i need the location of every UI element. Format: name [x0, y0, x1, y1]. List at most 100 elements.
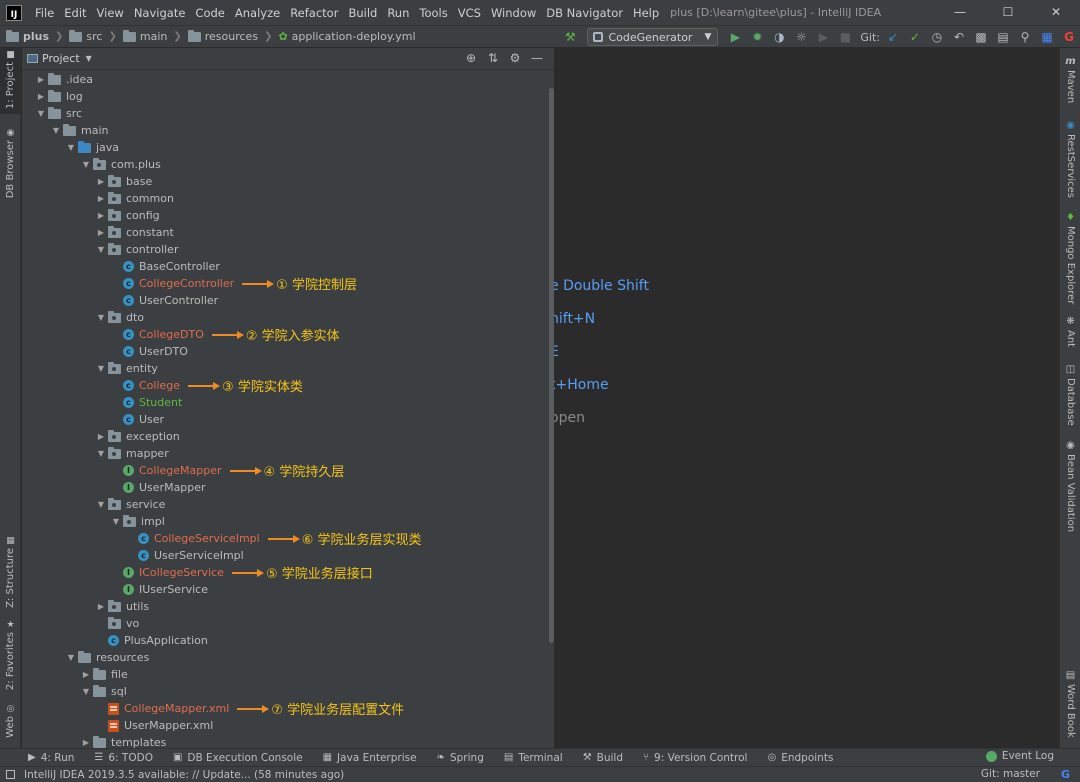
tree-node[interactable]: I CollegeMapper ④ 学院持久层	[109, 462, 344, 480]
breadcrumb-project[interactable]: plus ❯	[6, 29, 63, 43]
breadcrumb-file[interactable]: ✿ application-deploy.yml	[278, 30, 415, 43]
expand-arrow-icon[interactable]: ▶	[94, 194, 108, 203]
bottom-tab-endpoints[interactable]: ◎ Endpoints	[767, 752, 833, 764]
tree-node[interactable]: ▼ entity	[94, 360, 158, 377]
menu-run[interactable]: Run	[387, 6, 409, 20]
tree-node[interactable]: ▶ log	[34, 88, 83, 105]
rollback-icon[interactable]: ↶	[948, 30, 970, 44]
tree-node[interactable]: ▶ file	[79, 666, 128, 683]
collapse-arrow-icon[interactable]: ▼	[94, 313, 108, 322]
collapse-arrow-icon[interactable]: ▼	[64, 143, 78, 152]
menu-window[interactable]: Window	[491, 6, 536, 20]
expand-arrow-icon[interactable]: ▶	[34, 75, 48, 84]
project-structure-icon[interactable]: ▩	[970, 30, 992, 44]
bottom-tab-terminal[interactable]: ▤ Terminal	[504, 752, 563, 764]
collapse-arrow-icon[interactable]: ▼	[94, 245, 108, 254]
bottom-tab-9-version-control[interactable]: ⑂ 9: Version Control	[643, 752, 747, 764]
expand-arrow-icon[interactable]: ▶	[94, 211, 108, 220]
tab-word-book[interactable]: ▤ Word Book	[1060, 670, 1080, 740]
collapse-arrow-icon[interactable]: ▼	[79, 687, 93, 696]
menu-code[interactable]: Code	[195, 6, 224, 20]
tree-node[interactable]: I ICollegeService ⑤ 学院业务层接口	[109, 564, 373, 582]
tree-node[interactable]: ▼ impl	[109, 513, 165, 530]
collapse-all-icon[interactable]: ⇅	[482, 51, 504, 65]
coverage-icon[interactable]: ◑	[768, 30, 790, 44]
status-message[interactable]: IntelliJ IDEA 2019.3.5 available: // Upd…	[24, 769, 344, 781]
collapse-arrow-icon[interactable]: ▼	[79, 160, 93, 169]
menu-build[interactable]: Build	[348, 6, 377, 20]
stop-icon[interactable]: ■	[834, 30, 856, 44]
tree-node[interactable]: c College ③ 学院实体类	[109, 377, 303, 395]
tree-node[interactable]: ▶ constant	[94, 224, 174, 241]
profile-icon[interactable]: ☼	[790, 30, 812, 44]
menu-tools[interactable]: Tools	[419, 6, 447, 20]
tree-node[interactable]: c CollegeDTO ② 学院入参实体	[109, 326, 340, 344]
tree-node[interactable]: c CollegeController ① 学院控制层	[109, 275, 357, 293]
tree-node[interactable]: ▼ src	[34, 105, 82, 122]
collapse-arrow-icon[interactable]: ▼	[109, 517, 123, 526]
hide-icon[interactable]: —	[526, 51, 548, 65]
run-configuration-dropdown[interactable]: CodeGenerator ▼	[587, 28, 719, 46]
tree-node[interactable]: I IUserService	[109, 581, 208, 598]
menu-file[interactable]: File	[35, 6, 54, 20]
tab-restservices[interactable]: ◉ RestServices	[1060, 120, 1080, 200]
tree-node[interactable]: ▼ dto	[94, 309, 144, 326]
collapse-arrow-icon[interactable]: ▼	[94, 500, 108, 509]
bottom-tab-6-todo[interactable]: ☰ 6: TODO	[94, 752, 153, 764]
collapse-arrow-icon[interactable]: ▼	[64, 653, 78, 662]
tree-node[interactable]: UserMapper.xml	[94, 717, 213, 734]
tree-node[interactable]: ▶ templates	[79, 734, 166, 748]
tree-node[interactable]: c Student	[109, 394, 182, 411]
tab-database[interactable]: ◫ Database	[1060, 364, 1080, 434]
tab-ant[interactable]: ❋ Ant	[1060, 316, 1080, 352]
collapse-arrow-icon[interactable]: ▼	[94, 364, 108, 373]
expand-arrow-icon[interactable]: ▶	[94, 177, 108, 186]
tab-favorites[interactable]: ★ 2: Favorites	[0, 618, 21, 690]
menu-view[interactable]: View	[97, 6, 124, 20]
tree-node[interactable]: c UserServiceImpl	[124, 547, 244, 564]
tree-node[interactable]: c UserDTO	[109, 343, 188, 360]
search-icon[interactable]: ⚲	[1014, 30, 1036, 44]
tree-node[interactable]: c BaseController	[109, 258, 220, 275]
tool-windows-icon[interactable]	[6, 770, 15, 779]
collapse-arrow-icon[interactable]: ▼	[49, 126, 63, 135]
tree-node[interactable]: c UserController	[109, 292, 218, 309]
tab-project[interactable]: ■ 1: Project	[0, 48, 21, 114]
tree-node[interactable]: ▼ sql	[79, 683, 127, 700]
tab-web[interactable]: ◎ Web	[0, 702, 21, 742]
menu-edit[interactable]: Edit	[64, 6, 86, 20]
menu-refactor[interactable]: Refactor	[290, 6, 338, 20]
layout-icon[interactable]: ▤	[992, 30, 1014, 44]
hammer-icon[interactable]: ⚒	[559, 30, 581, 44]
expand-arrow-icon[interactable]: ▶	[94, 228, 108, 237]
tree-node[interactable]: ▼ resources	[64, 649, 149, 666]
menu-db-navigator[interactable]: DB Navigator	[546, 6, 623, 20]
tree-node[interactable]: ▶ exception	[94, 428, 180, 445]
bottom-tab-java-enterprise[interactable]: ▦ Java Enterprise	[323, 752, 417, 764]
locate-icon[interactable]: ⊕	[460, 51, 482, 65]
tree-node[interactable]: c User	[109, 411, 164, 428]
collapse-arrow-icon[interactable]: ▼	[34, 109, 48, 118]
git-commit-icon[interactable]: ✓	[904, 30, 926, 44]
tree-node[interactable]: ▼ com.plus	[79, 156, 161, 173]
run-icon[interactable]: ▶	[724, 30, 746, 44]
git-branch-widget[interactable]: Git: master	[981, 768, 1040, 780]
tree-node[interactable]: ▼ main	[49, 122, 108, 139]
bottom-tab-4-run[interactable]: ▶ 4: Run	[28, 752, 74, 764]
resume-icon[interactable]: ▶	[812, 30, 834, 44]
bottom-tab-db-execution-console[interactable]: ▣ DB Execution Console	[173, 752, 303, 764]
expand-arrow-icon[interactable]: ▶	[94, 602, 108, 611]
tab-mongo-explorer[interactable]: ♦ Mongo Explorer	[1060, 212, 1080, 304]
tree-node[interactable]: c PlusApplication	[94, 632, 208, 649]
menu-navigate[interactable]: Navigate	[134, 6, 186, 20]
tree-node[interactable]: I UserMapper	[109, 479, 206, 496]
tree-node[interactable]: ▶ config	[94, 207, 160, 224]
collapse-arrow-icon[interactable]: ▼	[94, 449, 108, 458]
expand-arrow-icon[interactable]: ▶	[79, 670, 93, 679]
bottom-tab-build[interactable]: ⚒ Build	[583, 752, 623, 764]
tree-node[interactable]: ▶ common	[94, 190, 174, 207]
expand-arrow-icon[interactable]: ▶	[34, 92, 48, 101]
tree-node[interactable]: ▼ service	[94, 496, 165, 513]
debug-icon[interactable]: ✹	[746, 30, 768, 44]
tab-structure[interactable]: ▦ Z: Structure	[0, 534, 21, 608]
